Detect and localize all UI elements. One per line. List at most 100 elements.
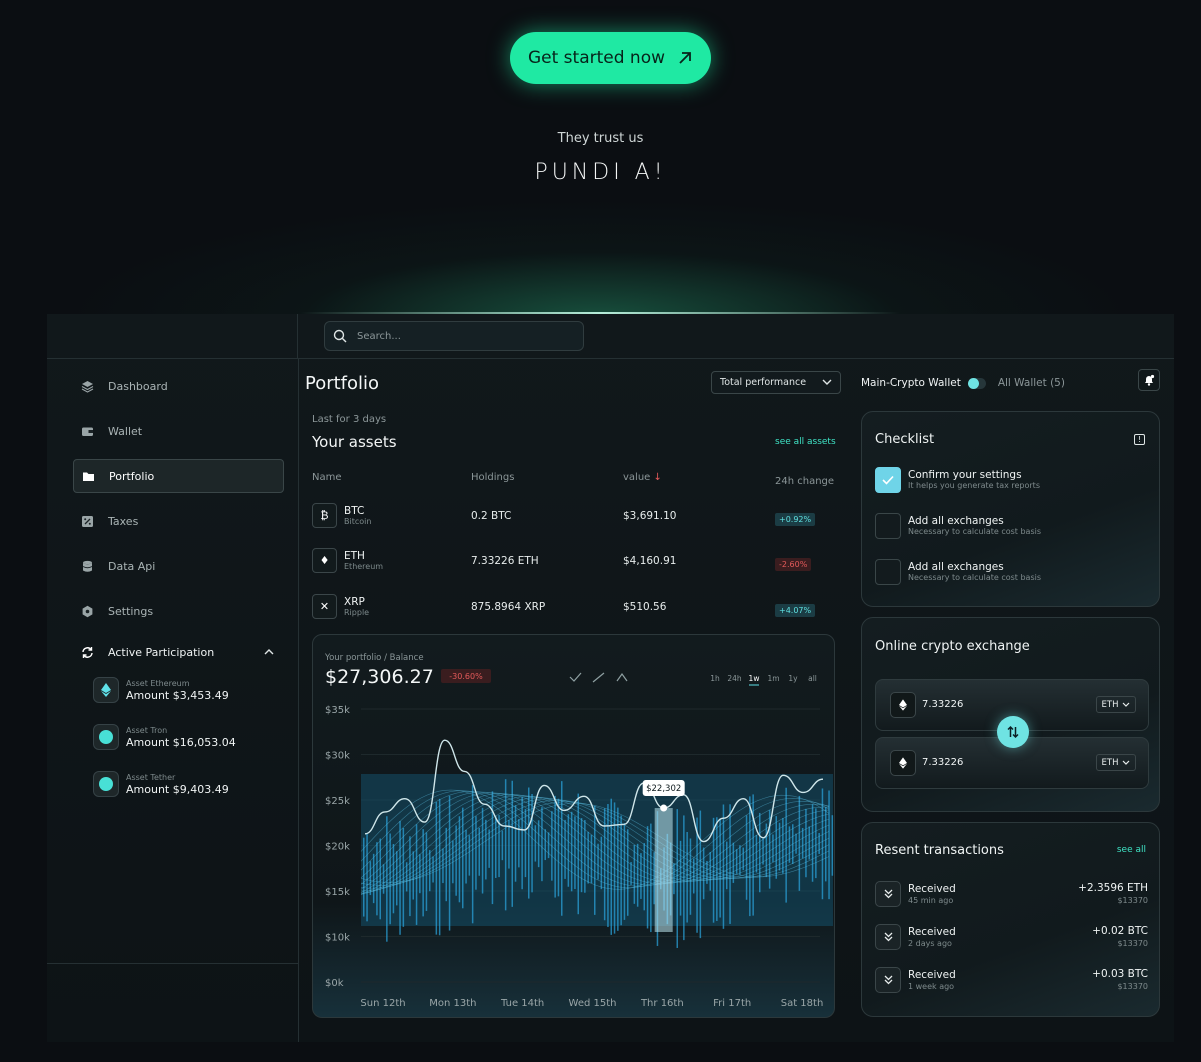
check-icon[interactable] [569, 672, 582, 682]
change-badge: +0.92% [775, 513, 816, 526]
volume-bar [689, 838, 692, 915]
participation-asset-tether[interactable]: Asset Tether Amount $9,403.49 [93, 771, 229, 797]
chevron-up-icon [264, 649, 274, 655]
checkbox[interactable] [875, 513, 901, 539]
volume-bar [778, 822, 781, 871]
sort-down-icon: ↓ [653, 472, 662, 483]
volume-bar [372, 853, 375, 904]
sidebar-item-data-api[interactable]: Data Api [73, 549, 284, 583]
range-tabs[interactable]: 1h 24h 1w 1m 1y all [710, 674, 817, 686]
sidebar-item-taxes[interactable]: Taxes [73, 504, 284, 538]
balance-chart-card: Your portfolio / Balance $27,306.27 -30.… [312, 634, 835, 1018]
received-icon [875, 967, 901, 993]
swap-arrows-icon [1007, 725, 1019, 739]
column-header-name[interactable]: Name [312, 472, 342, 483]
right-panel: Main-Crypto Wallet All Wallet (5) Checkl… [859, 359, 1174, 1042]
exchange-to-amount[interactable]: 7.33226 [922, 757, 963, 768]
table-row[interactable]: ✕ XRP Ripple 875.8964 XRP $510.56 +4.07% [312, 594, 842, 622]
see-all-transactions-link[interactable]: see all [1117, 845, 1146, 855]
volume-bar [699, 810, 702, 939]
wallet-icon [82, 427, 93, 436]
checklist-item[interactable]: Add all exchanges Necessary to calculate … [875, 513, 1041, 539]
checklist-item-title: Add all exchanges [908, 561, 1004, 573]
swap-button[interactable] [997, 716, 1029, 748]
wallet-switch[interactable]: Main-Crypto Wallet All Wallet (5) [861, 377, 1065, 389]
search-box[interactable] [324, 321, 584, 351]
percent-icon [82, 515, 93, 527]
chevron-down-icon [1123, 702, 1130, 707]
checklist-card: Checklist ! Confirm your settings It help… [861, 411, 1160, 607]
all-wallet-label[interactable]: All Wallet (5) [998, 377, 1065, 389]
participation-asset-ethereum[interactable]: Asset Ethereum Amount $3,453.49 [93, 677, 229, 703]
exchange-to-currency-select[interactable]: ETH [1096, 754, 1136, 771]
logo-cell [47, 314, 298, 359]
change-badge: +4.07% [775, 604, 816, 617]
volume-bar [475, 816, 477, 890]
asset-value: $510.56 [623, 601, 667, 613]
exchange-card: Online crypto exchange 7.33226 ETH 7.332… [861, 617, 1160, 812]
asset-holdings: 0.2 BTC [471, 510, 512, 522]
column-header-value[interactable]: value ↓ [623, 472, 662, 483]
table-row[interactable]: ₿ BTC Bitcoin 0.2 BTC $3,691.10 +0.92% [312, 503, 842, 531]
volume-bar [785, 787, 787, 903]
x-tick-label: Sun 12th [360, 998, 405, 1009]
transaction-time: 45 min ago [908, 896, 954, 905]
participation-asset-tron[interactable]: Asset Tron Amount $16,053.04 [93, 724, 236, 750]
line-chart-icon[interactable] [592, 672, 605, 683]
exchange-from-currency-select[interactable]: ETH [1096, 696, 1136, 713]
sidebar-item-dashboard[interactable]: Dashboard [73, 369, 284, 403]
volume-bar [673, 863, 675, 895]
range-tab-all[interactable]: all [808, 674, 817, 683]
checklist-item[interactable]: Confirm your settings It helps you genera… [875, 467, 1040, 493]
trust-label: They trust us [557, 131, 644, 146]
sidebar-item-portfolio[interactable]: Portfolio [73, 459, 284, 493]
asset-value: $3,691.10 [623, 510, 677, 522]
chart-type-toggle[interactable] [569, 672, 628, 683]
area-chart-icon[interactable] [616, 672, 628, 682]
range-tab-1h[interactable]: 1h [710, 674, 720, 683]
transaction-item[interactable]: Received 2 days ago +0.02 BTC $13370 [875, 924, 1148, 954]
performance-select[interactable]: Total performance [711, 371, 841, 394]
table-row[interactable]: ♦ ETH Ethereum 7.33226 ETH $4,160.91 -2.… [312, 548, 842, 576]
info-icon[interactable]: ! [1134, 434, 1145, 445]
active-participation-toggle[interactable]: Active Participation [73, 635, 284, 669]
checklist-item[interactable]: Add all exchanges Necessary to calculate … [875, 559, 1041, 585]
notification-button[interactable] [1138, 369, 1160, 391]
volume-bar [584, 820, 586, 893]
exchange-title: Online crypto exchange [875, 639, 1030, 654]
see-all-assets-link[interactable]: see all assets [775, 437, 836, 447]
transaction-usd: $13370 [1117, 939, 1148, 948]
chart-subtitle: Your portfolio / Balance [324, 653, 424, 663]
cta-label: Get started now [527, 48, 666, 68]
asset-amount: Amount $16,053.04 [126, 735, 236, 749]
tooltip-point [660, 804, 668, 812]
column-header-holdings[interactable]: Holdings [471, 472, 514, 483]
checkbox[interactable] [875, 559, 901, 585]
checklist-item-sub: Necessary to calculate cost basis [908, 527, 1042, 536]
range-tab-24h[interactable]: 24h [727, 674, 742, 683]
x-tick-label: Mon 13th [429, 998, 476, 1009]
column-header-24h-change[interactable]: 24h change [775, 476, 834, 487]
transaction-item[interactable]: Received 1 week ago +0.03 BTC $13370 [875, 967, 1148, 997]
exchange-from-amount[interactable]: 7.33226 [922, 699, 963, 710]
range-tab-1m[interactable]: 1m [767, 674, 779, 683]
get-started-button[interactable]: Get started now [510, 32, 711, 84]
layers-icon [81, 380, 94, 393]
checkbox-checked[interactable] [875, 467, 901, 493]
y-tick-label: $0k [325, 978, 344, 989]
currency-value: ETH [1101, 757, 1119, 768]
range-tab-1w[interactable]: 1w [749, 674, 760, 683]
wallet-toggle[interactable] [967, 377, 986, 389]
sidebar: Dashboard Wallet Portfolio Taxes Data Ap… [47, 359, 299, 1042]
volume-bar [709, 852, 711, 891]
transaction-item[interactable]: Received 45 min ago +2.3596 ETH $13370 [875, 881, 1148, 911]
asset-holdings: 875.8964 XRP [471, 601, 546, 613]
search-input[interactable] [357, 330, 557, 342]
volume-bar [732, 842, 735, 883]
sidebar-item-settings[interactable]: Settings [73, 594, 284, 628]
range-tab-1y[interactable]: 1y [788, 674, 798, 683]
sidebar-item-wallet[interactable]: Wallet [73, 414, 284, 448]
folder-icon [83, 472, 94, 481]
volume-bar [465, 829, 467, 884]
volume-bar [481, 807, 484, 894]
